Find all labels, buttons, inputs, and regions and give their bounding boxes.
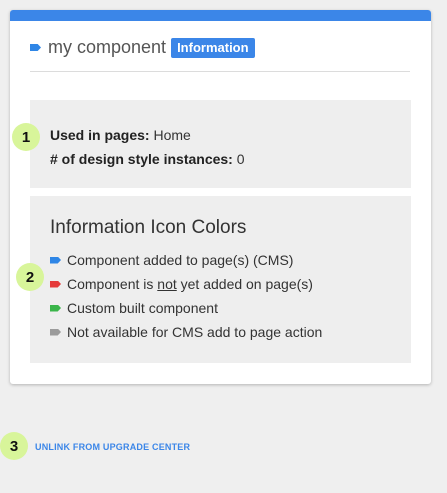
legend-text: Custom built component — [67, 300, 218, 316]
header-divider — [30, 71, 410, 72]
unlink-from-upgrade-center-link[interactable]: UNLINK FROM UPGRADE CENTER — [35, 442, 190, 452]
grey-tag-icon — [50, 328, 61, 336]
instances-row: # of design style instances: 0 — [50, 147, 391, 171]
instances-label: # of design style instances: — [50, 151, 233, 167]
legend-text-emphasis: not — [157, 276, 177, 292]
blue-tag-icon — [30, 44, 41, 51]
legend-text-part: Component is — [67, 276, 158, 292]
legend-item-unavailable: Not available for CMS add to page action — [50, 320, 391, 344]
legend-item-cms: Component added to page(s) (CMS) — [50, 248, 391, 272]
legend-item-not-added: Component is not yet added on page(s) — [50, 272, 391, 296]
icon-colors-heading: Information Icon Colors — [50, 217, 247, 238]
blue-tag-icon — [50, 256, 61, 264]
used-in-pages-row: Used in pages: Home — [50, 123, 391, 147]
legend-item-custom: Custom built component — [50, 296, 391, 320]
used-in-pages-value: Home — [153, 127, 191, 143]
instances-value: 0 — [236, 151, 245, 167]
icon-colors-panel: Information Icon Colors Component added … — [30, 196, 411, 363]
component-title: my component — [48, 37, 167, 57]
step-badge-1: 1 — [12, 123, 40, 151]
step-badge-2: 2 — [16, 263, 44, 291]
legend-text: Component added to page(s) (CMS) — [67, 252, 294, 268]
step-badge-3: 3 — [0, 432, 28, 460]
red-tag-icon — [50, 280, 61, 288]
card-header: my component Information — [30, 37, 255, 58]
legend-text: Component is not yet added on page(s) — [67, 272, 313, 296]
information-badge: Information — [171, 37, 255, 58]
card-top-bar — [10, 10, 431, 21]
legend-text-part: yet added on page(s) — [176, 276, 313, 292]
usage-panel: Used in pages: Home # of design style in… — [30, 100, 411, 188]
green-tag-icon — [50, 304, 61, 312]
legend-text: Not available for CMS add to page action — [67, 324, 323, 340]
used-in-pages-label: Used in pages: — [50, 127, 150, 143]
